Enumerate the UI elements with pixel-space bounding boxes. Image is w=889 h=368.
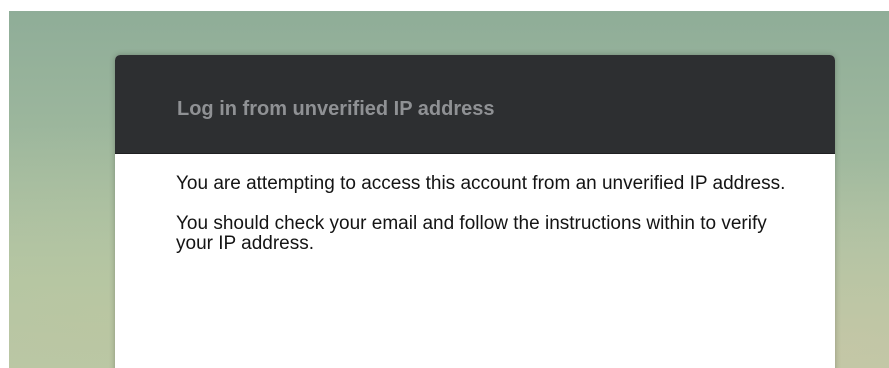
instructions-message: You should check your email and follow t… [176, 213, 767, 254]
dialog-body: You are attempting to access this accoun… [115, 154, 835, 254]
unverified-ip-dialog: Log in from unverified IP address You ar… [115, 55, 835, 368]
dialog-header: Log in from unverified IP address [115, 55, 835, 154]
screen: Log in from unverified IP address You ar… [0, 0, 889, 368]
attempt-message: You are attempting to access this accoun… [176, 173, 786, 194]
dialog-title: Log in from unverified IP address [177, 98, 495, 120]
